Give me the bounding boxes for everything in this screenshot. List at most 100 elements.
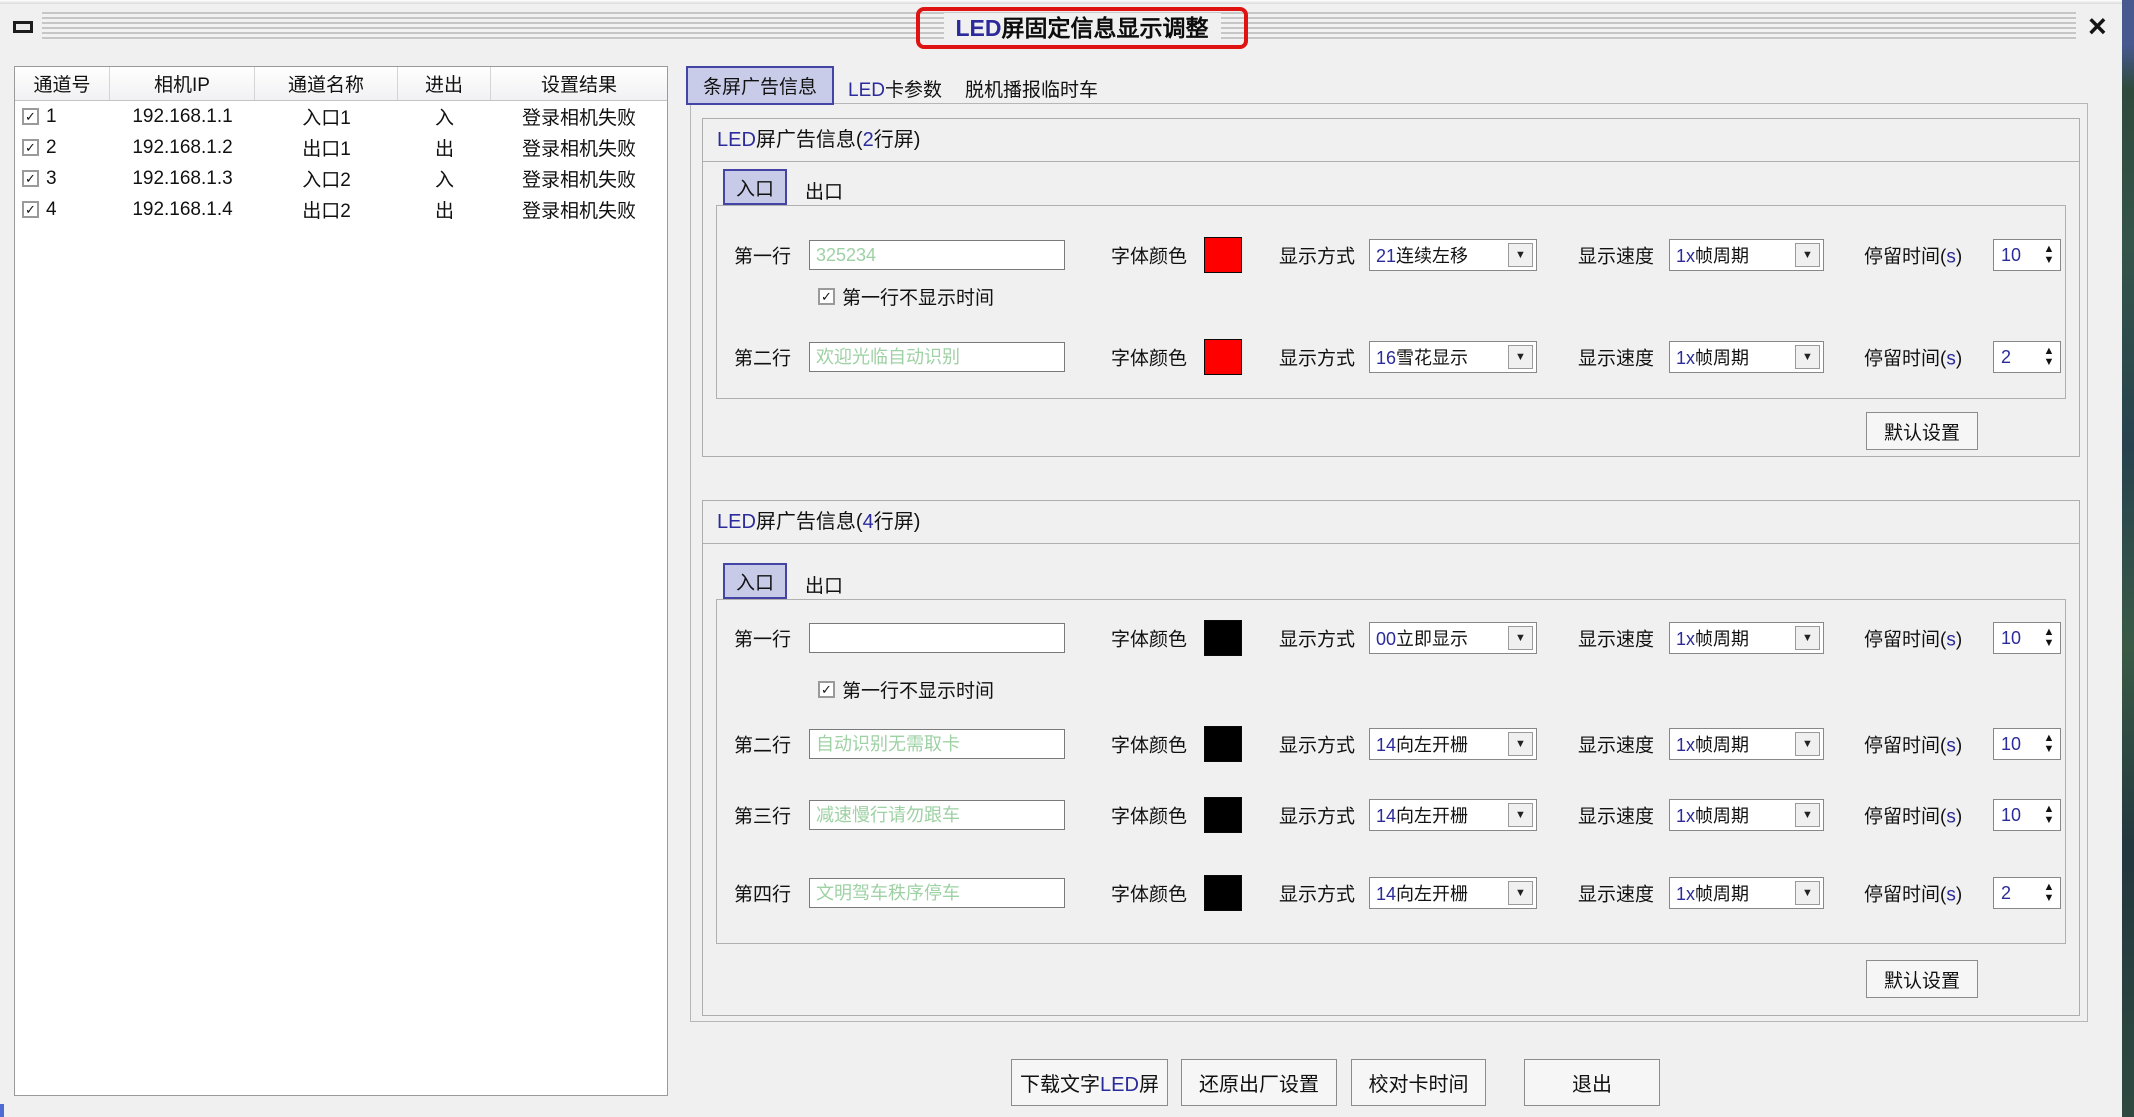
exit-button[interactable]: 退出	[1524, 1059, 1660, 1106]
entry-subtab[interactable]: 入口	[723, 169, 787, 205]
channel-checkbox[interactable]: ✓	[22, 108, 39, 125]
factory-reset-button[interactable]: 还原出厂设置	[1181, 1059, 1337, 1106]
dropdown-arrow-icon[interactable]: ▼	[1508, 881, 1533, 905]
stay-time-spinner[interactable]: 10▲▼	[1993, 799, 2061, 831]
dropdown-arrow-icon[interactable]: ▼	[1795, 626, 1820, 650]
channel-table[interactable]: 通道号 相机IP 通道名称 进出 设置结果 ✓1192.168.1.1入口1入登…	[14, 66, 668, 1096]
display-speed-select[interactable]: 1x帧周期▼	[1669, 877, 1824, 909]
channel-table-body: ✓1192.168.1.1入口1入登录相机失败✓2192.168.1.2出口1出…	[15, 101, 667, 225]
line-text-input[interactable]	[809, 240, 1065, 270]
led-line-row: 第一行字体颜色显示方式21连续左移▼显示速度1x帧周期▼停留时间(s)10▲▼	[717, 238, 2065, 272]
display-mode-select[interactable]: 00立即显示▼	[1369, 622, 1537, 654]
window-title: LED屏固定信息显示调整	[944, 13, 1221, 43]
header-result[interactable]: 设置结果	[491, 67, 667, 100]
display-speed-select[interactable]: 1x帧周期▼	[1669, 728, 1824, 760]
display-mode-select[interactable]: 16雪花显示▼	[1369, 341, 1537, 373]
entry-subtab[interactable]: 入口	[723, 563, 787, 599]
default-settings-button[interactable]: 默认设置	[1866, 412, 1978, 450]
font-color-swatch[interactable]	[1204, 339, 1242, 375]
header-direction[interactable]: 进出	[398, 67, 491, 100]
display-mode-select[interactable]: 14向左开栅▼	[1369, 877, 1537, 909]
default-settings-button[interactable]: 默认设置	[1866, 960, 1978, 998]
stay-time-spinner[interactable]: 10▲▼	[1993, 622, 2061, 654]
titlebar[interactable]: LED屏固定信息显示调整 ×	[0, 4, 2122, 52]
dropdown-arrow-icon[interactable]: ▼	[1795, 881, 1820, 905]
dropdown-arrow-icon[interactable]: ▼	[1508, 243, 1533, 267]
line-text-input[interactable]	[809, 342, 1065, 372]
display-speed-select[interactable]: 1x帧周期▼	[1669, 622, 1824, 654]
exit-subtab[interactable]: 出口	[805, 571, 843, 598]
tab-led-card-params[interactable]: LED卡参数	[848, 75, 942, 102]
spinner-down-icon[interactable]: ▼	[2044, 744, 2055, 755]
stay-time-spinner[interactable]: 10▲▼	[1993, 728, 2061, 760]
system-menu-icon[interactable]	[13, 21, 33, 33]
tab-offline-temp-car[interactable]: 脱机播报临时车	[965, 75, 1098, 102]
display-mode-label: 显示方式	[1279, 731, 1355, 758]
table-row[interactable]: ✓4192.168.1.4出口2出登录相机失败	[15, 194, 667, 225]
exit-subtab[interactable]: 出口	[805, 177, 843, 204]
dropdown-arrow-icon[interactable]: ▼	[1795, 803, 1820, 827]
line-text-input[interactable]	[809, 878, 1065, 908]
spinner-down-icon[interactable]: ▼	[2044, 638, 2055, 649]
dropdown-arrow-icon[interactable]: ▼	[1508, 732, 1533, 756]
table-row[interactable]: ✓3192.168.1.3入口2入登录相机失败	[15, 163, 667, 194]
font-color-swatch[interactable]	[1204, 797, 1242, 833]
line-text-input[interactable]	[809, 729, 1065, 759]
dropdown-arrow-icon[interactable]: ▼	[1795, 345, 1820, 369]
stay-time-label: 停留时间(s)	[1864, 242, 1962, 269]
close-icon[interactable]: ×	[2088, 8, 2107, 44]
title-annotation-box: LED屏固定信息显示调整	[916, 7, 1248, 49]
spinner-down-icon[interactable]: ▼	[2044, 255, 2055, 266]
no-time-checkbox[interactable]: ✓	[818, 681, 835, 698]
header-channel-name[interactable]: 通道名称	[255, 67, 398, 100]
font-color-swatch[interactable]	[1204, 726, 1242, 762]
display-mode-select[interactable]: 14向左开栅▼	[1369, 799, 1537, 831]
dropdown-arrow-icon[interactable]: ▼	[1508, 803, 1533, 827]
line-settings-area: 第一行字体颜色显示方式21连续左移▼显示速度1x帧周期▼停留时间(s)10▲▼✓…	[716, 205, 2066, 399]
line-text-input[interactable]	[809, 800, 1065, 830]
line-text-input[interactable]	[809, 623, 1065, 653]
display-speed-label: 显示速度	[1578, 880, 1654, 907]
stay-time-label: 停留时间(s)	[1864, 731, 1962, 758]
stay-time-spinner[interactable]: 10▲▼	[1993, 239, 2061, 271]
dropdown-arrow-icon[interactable]: ▼	[1795, 243, 1820, 267]
font-color-swatch[interactable]	[1204, 620, 1242, 656]
display-speed-select[interactable]: 1x帧周期▼	[1669, 239, 1824, 271]
spinner-down-icon[interactable]: ▼	[2044, 357, 2055, 368]
display-mode-select[interactable]: 21连续左移▼	[1369, 239, 1537, 271]
display-speed-value: 1x帧周期	[1670, 802, 1795, 828]
display-speed-select[interactable]: 1x帧周期▼	[1669, 341, 1824, 373]
font-color-swatch[interactable]	[1204, 237, 1242, 273]
direction-cell: 入	[398, 103, 491, 130]
channel-checkbox[interactable]: ✓	[22, 201, 39, 218]
stay-time-spinner[interactable]: 2▲▼	[1993, 877, 2061, 909]
stay-time-spinner[interactable]: 2▲▼	[1993, 341, 2061, 373]
header-channel[interactable]: 通道号	[15, 67, 110, 100]
display-speed-select[interactable]: 1x帧周期▼	[1669, 799, 1824, 831]
channel-checkbox[interactable]: ✓	[22, 139, 39, 156]
spinner-down-icon[interactable]: ▼	[2044, 815, 2055, 826]
spinner-buttons: ▲▼	[2038, 729, 2060, 759]
spinner-down-icon[interactable]: ▼	[2044, 893, 2055, 904]
tab-strip-ad-info[interactable]: 条屏广告信息	[686, 66, 834, 105]
dropdown-arrow-icon[interactable]: ▼	[1795, 732, 1820, 756]
download-led-text-button[interactable]: 下载文字LED屏	[1011, 1059, 1168, 1106]
table-row[interactable]: ✓2192.168.1.2出口1出登录相机失败	[15, 132, 667, 163]
dropdown-arrow-icon[interactable]: ▼	[1508, 345, 1533, 369]
table-row[interactable]: ✓1192.168.1.1入口1入登录相机失败	[15, 101, 667, 132]
no-time-checkbox-row: ✓第一行不显示时间	[818, 677, 994, 701]
calibrate-card-time-button[interactable]: 校对卡时间	[1351, 1059, 1486, 1106]
dropdown-arrow-icon[interactable]: ▼	[1508, 626, 1533, 650]
display-mode-select[interactable]: 14向左开栅▼	[1369, 728, 1537, 760]
no-time-checkbox-row: ✓第一行不显示时间	[818, 284, 994, 308]
direction-cell: 出	[398, 196, 491, 223]
display-mode-value: 14向左开栅	[1370, 802, 1508, 828]
led-line-row: 第二行字体颜色显示方式16雪花显示▼显示速度1x帧周期▼停留时间(s)2▲▼	[717, 340, 2065, 374]
two-line-panel-title: LED屏广告信息(2行屏)	[703, 119, 2079, 162]
header-camera-ip[interactable]: 相机IP	[110, 67, 255, 100]
channel-checkbox[interactable]: ✓	[22, 170, 39, 187]
line-label: 第一行	[734, 242, 791, 269]
no-time-checkbox[interactable]: ✓	[818, 288, 835, 305]
camera-ip-cell: 192.168.1.2	[110, 137, 255, 159]
font-color-swatch[interactable]	[1204, 875, 1242, 911]
